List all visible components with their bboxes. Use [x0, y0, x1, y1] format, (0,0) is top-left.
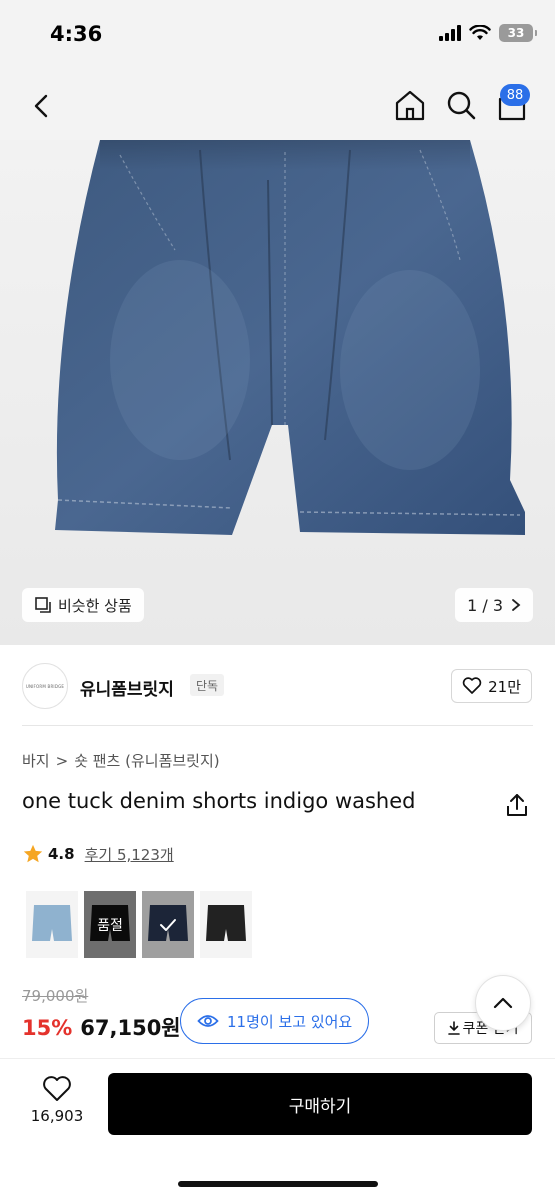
- price-row: 15% 67,150원: [22, 1012, 181, 1042]
- swatch-light-blue-image: [26, 891, 78, 958]
- gallery-page-indicator[interactable]: 1 / 3: [455, 588, 533, 622]
- breadcrumb: 바지 > 숏 팬츠 (유니폼브릿지): [22, 750, 220, 771]
- rating-row: 4.8 후기 5,123개: [22, 843, 174, 865]
- similar-products-label: 비슷한 상품: [58, 596, 132, 615]
- bottom-action-bar: 16,903 구매하기: [0, 1058, 555, 1200]
- wishlist-button[interactable]: 16,903: [22, 1075, 92, 1125]
- breadcrumb-subcategory[interactable]: 숏 팬츠 (유니폼브릿지): [74, 750, 219, 771]
- home-indicator: [178, 1181, 378, 1187]
- brand-logo[interactable]: UNIFORM BRIDGE: [22, 663, 68, 709]
- swatch-indigo-selected[interactable]: [142, 891, 194, 958]
- brand-like-count: 21만: [488, 677, 521, 696]
- check-icon: [160, 918, 176, 931]
- swatch-dark[interactable]: [200, 891, 252, 958]
- swatch-light-blue[interactable]: [26, 891, 78, 958]
- battery-icon: 33: [499, 24, 537, 42]
- similar-products-button[interactable]: 비슷한 상품: [22, 588, 144, 622]
- heart-icon: [43, 1076, 71, 1101]
- color-swatches: 품절: [26, 891, 252, 958]
- brand-name[interactable]: 유니폼브릿지: [80, 675, 174, 700]
- breadcrumb-separator: >: [55, 751, 69, 770]
- brand-logo-text: UNIFORM BRIDGE: [25, 683, 65, 689]
- review-count-link[interactable]: 후기 5,123개: [85, 844, 174, 865]
- viewers-pill: 11명이 보고 있어요: [180, 998, 370, 1044]
- product-title: one tuck denim shorts indigo washed: [22, 789, 416, 813]
- breadcrumb-category[interactable]: 바지: [22, 750, 50, 771]
- brand-row: UNIFORM BRIDGE 유니폼브릿지 단독 21만: [0, 645, 555, 725]
- star-icon: [23, 844, 43, 863]
- heart-icon: [462, 677, 482, 694]
- swatch-dark-image: [200, 891, 252, 958]
- discount-rate: 15%: [22, 1016, 73, 1040]
- final-price: 67,150원: [80, 1016, 181, 1040]
- viewers-text: 11명이 보고 있어요: [227, 1012, 353, 1031]
- home-icon[interactable]: [394, 88, 426, 122]
- swatch-black-sold-out[interactable]: 품절: [84, 891, 136, 958]
- back-icon[interactable]: [28, 90, 56, 122]
- cart-count-badge: 88: [500, 84, 530, 106]
- status-time: 4:36: [50, 22, 103, 46]
- status-bar: 4:36 33: [0, 0, 555, 70]
- eye-icon: [197, 1015, 219, 1027]
- buy-button[interactable]: 구매하기: [108, 1073, 532, 1135]
- selected-overlay: [142, 891, 194, 958]
- sold-out-label: 품절: [84, 891, 136, 958]
- page-count: 1 / 3: [467, 595, 503, 615]
- product-image: [55, 140, 525, 535]
- download-icon: [447, 1021, 460, 1035]
- divider: [22, 725, 533, 726]
- top-nav: [0, 70, 555, 140]
- rating-score: 4.8: [48, 845, 75, 863]
- original-price: 79,000원: [22, 987, 89, 1005]
- brand-like-button[interactable]: 21만: [451, 669, 532, 703]
- signal-icon: [439, 25, 461, 41]
- chevron-right-icon: [512, 599, 521, 611]
- exclusive-tag: 단독: [190, 674, 225, 696]
- copy-icon: [35, 597, 51, 613]
- wifi-icon: [469, 25, 491, 40]
- product-image-gallery[interactable]: 비슷한 상품 1 / 3: [0, 140, 555, 645]
- chevron-up-icon: [493, 997, 513, 1009]
- status-icons: 33: [439, 24, 537, 42]
- wishlist-count: 16,903: [30, 1107, 84, 1125]
- share-icon[interactable]: [505, 792, 529, 818]
- search-icon[interactable]: [445, 88, 477, 122]
- scroll-to-top-button[interactable]: [475, 975, 531, 1031]
